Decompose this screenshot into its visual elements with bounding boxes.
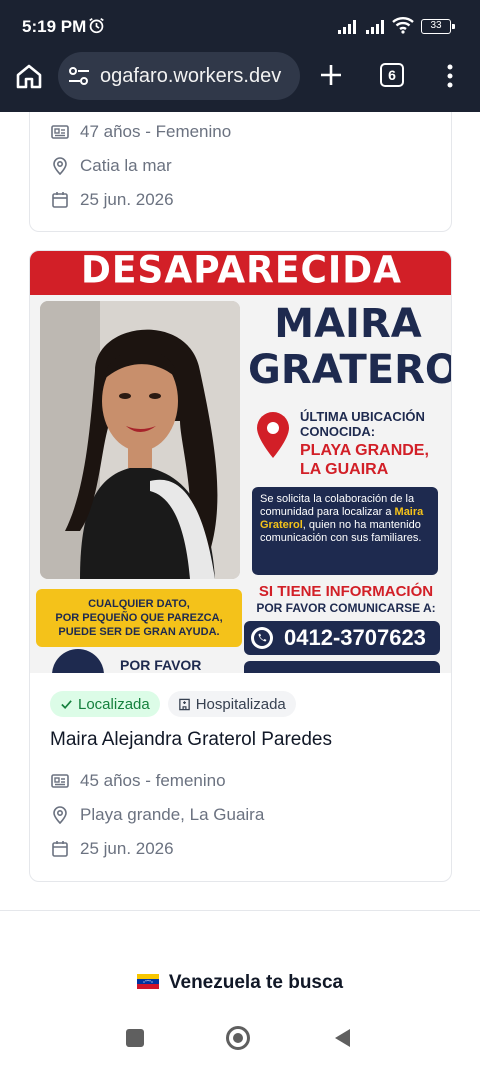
battery-indicator: 33	[421, 19, 455, 34]
location-row: Catia la mar	[50, 154, 172, 178]
calendar-icon	[52, 192, 68, 208]
date-row: 25 jun. 2026	[50, 188, 174, 212]
status-time: 5:19 PM	[22, 17, 87, 36]
new-tab-icon[interactable]	[318, 62, 344, 88]
poster-contact-sub: POR FAVOR COMUNICARSE A:	[256, 601, 436, 615]
missing-person-poster[interactable]: DESAPARECIDA MAIRA GRATER ÚLTIMA UBICACI…	[30, 251, 451, 673]
age-gender-text: 47 años - Femenino	[80, 122, 232, 141]
poster-last-location-value: PLAYA GRANDE, LA GUAIRA	[300, 441, 429, 479]
calendar-icon	[52, 841, 68, 857]
wifi-icon	[392, 17, 414, 34]
age-gender-text: 45 años - femenino	[80, 771, 226, 790]
status-bar: 5:19 PM 33	[0, 0, 480, 52]
poster-name: MAIRA GRATEROL	[248, 301, 451, 393]
poster-yellow-note: CUALQUIER DATO, POR PEQUEÑO QUE PAREZCA,…	[36, 589, 242, 647]
age-gender-row: 47 años - Femenino	[50, 120, 231, 144]
poster-yellow-line1: CUALQUIER DATO,	[88, 598, 190, 610]
whatsapp-icon	[251, 627, 273, 649]
url-text: ogafaro.workers.dev	[100, 65, 282, 87]
status-badge-localizada: Localizada	[50, 691, 160, 717]
poster-last-location-label-2: CONOCIDA:	[300, 424, 376, 439]
footer-divider	[0, 910, 480, 911]
location-text: Playa grande, La Guaira	[80, 805, 265, 824]
condition-badge-label: Hospitalizada	[195, 695, 286, 713]
poster-yellow-line3: PUEDE SER DE GRAN AYUDA.	[58, 626, 220, 638]
date-text: 25 jun. 2026	[80, 839, 174, 858]
poster-last-location-value-2: LA GUAIRA	[300, 461, 389, 478]
signal-icon	[338, 20, 356, 34]
date-text: 25 jun. 2026	[80, 190, 174, 209]
check-icon	[61, 699, 72, 709]
poster-info-part1: Se solicita la colaboración de la comuni…	[260, 493, 415, 518]
home-nav-button[interactable]	[226, 1026, 250, 1050]
condition-badge-hospitalizada: Hospitalizada	[167, 691, 296, 717]
hospital-icon	[178, 698, 190, 710]
poster-name-first: MAIRA	[274, 301, 422, 347]
poster-banner-text: DESAPARECIDA	[80, 251, 403, 292]
id-card-icon	[51, 125, 69, 139]
age-gender-row: 45 años - femenino	[50, 769, 226, 793]
date-row: 25 jun. 2026	[50, 837, 174, 861]
poster-last-location-value-1: PLAYA GRANDE,	[300, 442, 429, 459]
tab-count: 6	[388, 67, 396, 83]
poster-phone: 0412-3707623	[244, 621, 440, 655]
page-content: 47 años - Femenino Catia la mar 25 jun. …	[0, 112, 480, 1005]
recents-button[interactable]	[126, 1029, 144, 1047]
location-pin-icon	[257, 412, 289, 458]
overflow-menu-icon[interactable]	[440, 63, 460, 89]
android-nav-bar	[0, 1005, 480, 1067]
poster-phone-number: 0412-3707623	[284, 625, 426, 650]
battery-level: 33	[430, 20, 442, 31]
signal-icon-2	[366, 20, 384, 34]
person-photo-illustration	[40, 301, 240, 579]
poster-info-box: Se solicita la colaboración de la comuni…	[252, 487, 438, 575]
poster-last-location-label: ÚLTIMA UBICACIÓN CONOCIDA:	[300, 409, 425, 439]
site-settings-icon[interactable]	[68, 66, 90, 86]
poster-name-last: GRATEROL	[248, 347, 451, 393]
footer: Venezuela te busca	[0, 972, 480, 994]
poster-contact-title: SI TIENE INFORMACIÓN	[258, 583, 434, 600]
id-card-icon	[51, 774, 69, 788]
map-pin-icon	[53, 157, 67, 176]
status-badges: Localizada Hospitalizada	[50, 691, 296, 717]
map-pin-icon	[53, 806, 67, 825]
location-text: Catia la mar	[80, 156, 172, 175]
person-card-maira[interactable]: DESAPARECIDA MAIRA GRATER ÚLTIMA UBICACI…	[29, 250, 452, 882]
tab-switcher-button[interactable]: 6	[380, 63, 404, 87]
poster-por-favor: POR FAVOR	[120, 657, 202, 673]
address-bar[interactable]: ogafaro.workers.dev	[58, 52, 300, 100]
person-card-previous[interactable]: 47 años - Femenino Catia la mar 25 jun. …	[29, 112, 452, 232]
poster-yellow-line2: POR PEQUEÑO QUE PAREZCA,	[55, 612, 223, 624]
browser-chrome: 5:19 PM 33 ogafaro.workers.dev 6	[0, 0, 480, 112]
people-icon	[52, 649, 104, 673]
home-icon[interactable]	[14, 61, 44, 91]
back-icon[interactable]	[332, 1027, 352, 1049]
poster-last-location-label-1: ÚLTIMA UBICACIÓN	[300, 409, 425, 424]
person-name[interactable]: Maira Alejandra Graterol Paredes	[50, 729, 332, 751]
poster-phone-2	[244, 661, 440, 673]
person-photo	[40, 301, 240, 579]
footer-text: Venezuela te busca	[168, 972, 344, 993]
venezuela-flag-icon	[136, 974, 159, 989]
alarm-icon	[89, 17, 104, 34]
location-row: Playa grande, La Guaira	[50, 803, 264, 827]
status-badge-label: Localizada	[78, 695, 150, 713]
